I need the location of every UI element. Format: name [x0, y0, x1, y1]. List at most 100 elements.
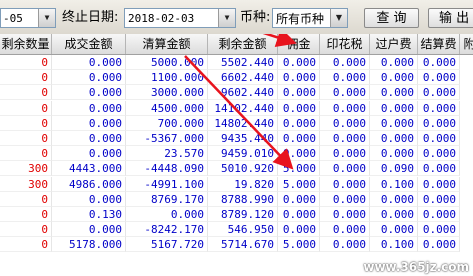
table-row[interactable]: 0 0.000 -8242.170 546.950 0.000 0.000 0.000 0.0…: [0, 222, 473, 238]
table-row[interactable]: 0 0.000 -5367.000 9435.440 0.000 0.000 0.000 0.…: [0, 131, 473, 146]
cell-settle-amount: 5000.000: [126, 55, 208, 70]
cell-remaining-qty: 0: [0, 222, 52, 238]
cell-remaining-qty: 0: [0, 70, 52, 86]
cell-trade-amount: 0.000: [52, 146, 126, 162]
cell-trade-amount: 0.000: [52, 222, 126, 238]
export-button[interactable]: 输 出: [428, 8, 473, 28]
cell-commission: 5.000: [278, 176, 320, 192]
cell-settlement-fee: 0.000: [418, 131, 460, 146]
column-header-remaining-qty[interactable]: 剩余数量: [0, 34, 52, 54]
cell-stamp-tax: 0.000: [320, 146, 370, 162]
table-row[interactable]: 0 0.000 1100.000 6602.440 0.000 0.000 0.000 0.0…: [0, 70, 473, 86]
watermark: www.365jz.com: [363, 260, 469, 274]
cell-commission: 0.000: [278, 55, 320, 70]
table-row[interactable]: 0 0.000 5000.000 5502.440 0.000 0.000 0.000 0.0…: [0, 55, 473, 70]
cell-trade-amount: 4443.000: [52, 161, 126, 177]
cell-remaining-amount: 9435.440: [208, 131, 278, 146]
cell-remaining-qty: 0: [0, 115, 52, 131]
cell-settle-amount: 23.570: [126, 146, 208, 162]
cell-remaining-amount: 546.950: [208, 222, 278, 238]
table-row[interactable]: 0 0.000 3000.000 9602.440 0.000 0.000 0.000 0.0…: [0, 85, 473, 101]
table-row[interactable]: 0 0.000 23.570 9459.010 0.000 0.000 0.000 0.000: [0, 146, 473, 162]
cell-transfer-fee: 0.000: [370, 100, 418, 116]
column-header-stamp-tax[interactable]: 印花税: [320, 34, 370, 54]
cell-commission: 0.000: [278, 146, 320, 162]
cell-settle-amount: 5167.720: [126, 237, 208, 253]
cell-stamp-tax: 0.000: [320, 161, 370, 177]
cell-commission: 0.000: [278, 131, 320, 146]
table-row[interactable]: 0 0.000 8769.170 8788.990 0.000 0.000 0.000 0.0…: [0, 191, 473, 207]
cell-transfer-fee: 0.000: [370, 131, 418, 146]
end-date-field[interactable]: 2018-02-03 ▼: [124, 8, 236, 28]
column-header-transfer-fee[interactable]: 过户费: [370, 34, 418, 54]
cell-stamp-tax: 0.000: [320, 70, 370, 86]
cell-remaining-qty: 0: [0, 100, 52, 116]
cell-settle-amount: -4991.100: [126, 176, 208, 192]
cell-remaining-qty: 0: [0, 146, 52, 162]
end-date-label: 终止日期:: [62, 10, 119, 25]
chevron-down-icon[interactable]: ▼: [330, 9, 347, 27]
cell-stamp-tax: 0.000: [320, 176, 370, 192]
cell-trade-amount: 0.000: [52, 85, 126, 101]
cell-trade-amount: 0.000: [52, 131, 126, 146]
cell-settle-amount: 4500.000: [126, 100, 208, 116]
cell-remaining-amount: 6602.440: [208, 70, 278, 86]
cell-settlement-fee: 0.000: [418, 222, 460, 238]
cell-transfer-fee: 0.000: [370, 191, 418, 207]
cell-settlement-fee: 0.000: [418, 237, 460, 253]
cell-commission: 0.000: [278, 222, 320, 238]
cell-stamp-tax: 0.000: [320, 131, 370, 146]
cell-commission: 0.000: [278, 70, 320, 86]
cell-remaining-qty: 0: [0, 207, 52, 222]
cell-remaining-qty: 0: [0, 237, 52, 253]
cell-trade-amount: 0.000: [52, 191, 126, 207]
cell-stamp-tax: 0.000: [320, 237, 370, 253]
chevron-down-icon[interactable]: ▼: [38, 9, 55, 27]
cell-remaining-amount: 19.820: [208, 176, 278, 192]
cell-stamp-tax: 0.000: [320, 85, 370, 101]
cell-settle-amount: -5367.000: [126, 131, 208, 146]
table-row[interactable]: 0 0.000 700.000 14802.440 0.000 0.000 0.000 0.0…: [0, 115, 473, 131]
table-row[interactable]: 300 4443.000 -4448.090 5010.920 5.000 0.000 0.…: [0, 161, 473, 177]
cell-remaining-amount: 9602.440: [208, 85, 278, 101]
cell-commission: 0.000: [278, 207, 320, 222]
cell-settle-amount: 0.000: [126, 207, 208, 222]
cell-transfer-fee: 0.000: [370, 222, 418, 238]
table-row[interactable]: 0 0.130 0.000 8789.120 0.000 0.000 0.000 0.000: [0, 207, 473, 222]
cell-settle-amount: 3000.000: [126, 85, 208, 101]
currency-select[interactable]: 所有币种 ▼: [272, 8, 348, 28]
cell-remaining-amount: 14102.440: [208, 100, 278, 116]
cell-remaining-qty: 0: [0, 131, 52, 146]
table-header: 剩余数量成交金额清算金额剩余金额佣金印花税过户费结算费附: [0, 34, 473, 55]
column-header-extra[interactable]: 附: [460, 34, 473, 54]
cell-remaining-qty: 300: [0, 161, 52, 177]
cell-transfer-fee: 0.000: [370, 85, 418, 101]
column-header-remaining-amount[interactable]: 剩余金额: [208, 34, 278, 54]
column-header-trade-amount[interactable]: 成交金额: [52, 34, 126, 54]
column-header-settlement-fee[interactable]: 结算费: [418, 34, 460, 54]
cell-stamp-tax: 0.000: [320, 55, 370, 70]
cell-commission: 5.000: [278, 161, 320, 177]
cell-stamp-tax: 0.000: [320, 115, 370, 131]
table-row[interactable]: 0 0.000 4500.000 14102.440 0.000 0.000 0.000 0.…: [0, 100, 473, 116]
table-row[interactable]: 0 5178.000 5167.720 5714.670 5.000 0.000 0.100…: [0, 237, 473, 253]
cell-remaining-amount: 8788.990: [208, 191, 278, 207]
cell-settlement-fee: 0.000: [418, 115, 460, 131]
cell-stamp-tax: 0.000: [320, 222, 370, 238]
chevron-down-icon[interactable]: ▼: [218, 9, 235, 27]
cell-transfer-fee: 0.000: [370, 146, 418, 162]
cell-remaining-amount: 5010.920: [208, 161, 278, 177]
cell-transfer-fee: 0.000: [370, 207, 418, 222]
query-button[interactable]: 查 询: [364, 8, 419, 28]
cell-trade-amount: 0.000: [52, 70, 126, 86]
toolbar: -05 ▼ 终止日期: 2018-02-03 ▼ 币种: 所有币种 ▼ 查 询 …: [0, 0, 473, 35]
cell-trade-amount: 5178.000: [52, 237, 126, 253]
results-table: 剩余数量成交金额清算金额剩余金额佣金印花税过户费结算费附 00.0005000.…: [0, 34, 473, 276]
cell-transfer-fee: 0.000: [370, 55, 418, 70]
column-header-settle-amount[interactable]: 清算金额: [126, 34, 208, 54]
start-date-field[interactable]: -05 ▼: [0, 8, 56, 28]
cell-settle-amount: 1100.000: [126, 70, 208, 86]
table-row[interactable]: 300 4986.000 -4991.100 19.820 5.000 0.000 0.10…: [0, 176, 473, 192]
column-header-commission[interactable]: 佣金: [278, 34, 320, 54]
start-date-value: -05: [3, 12, 23, 25]
